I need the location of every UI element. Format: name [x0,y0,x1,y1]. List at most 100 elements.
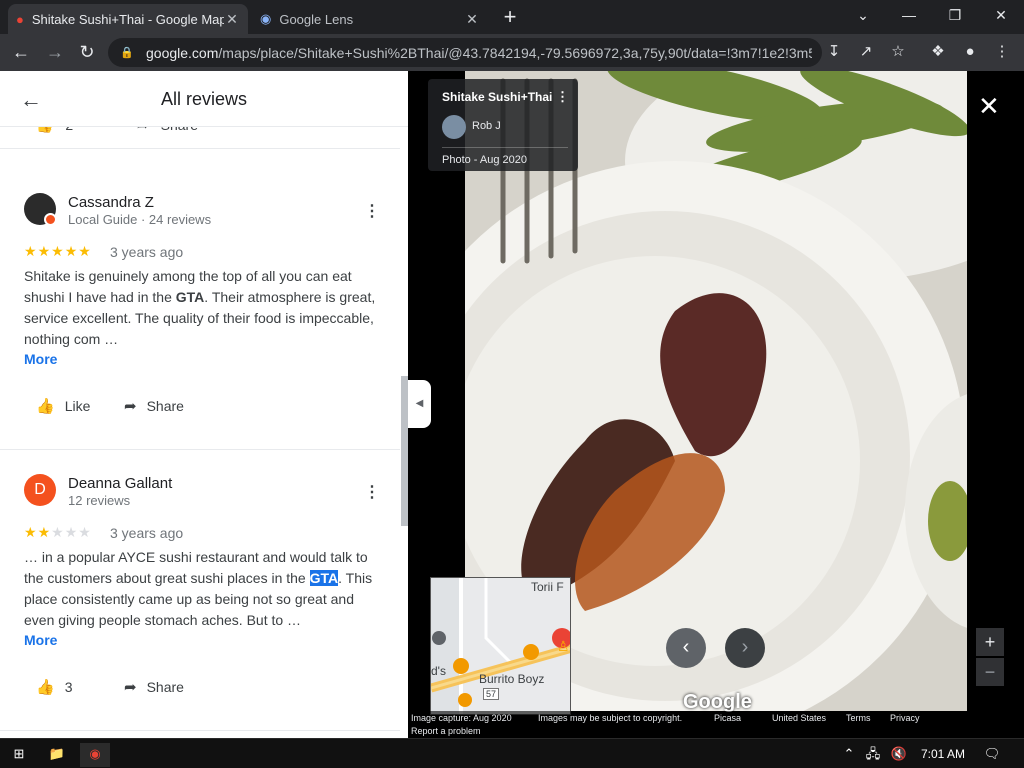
panel-scrollbar[interactable] [401,376,408,526]
star-icon: ★ [64,524,79,540]
star-icon: ★ [64,243,79,259]
star-icon: ★ [78,243,92,259]
route-shield: 57 [483,688,500,700]
review-keyword: GTA [175,289,205,305]
previous-photo-button[interactable]: ‹ [666,628,706,668]
tab-maps[interactable]: ● Shitake Sushi+Thai - Google Maps ✕ [8,4,248,34]
reviewer-meta[interactable]: Local Guide · 24 reviews [68,212,211,227]
restore-button[interactable]: ❐ [932,4,978,30]
chrome-taskbar-icon[interactable]: ◉ [80,743,110,767]
share-button[interactable]: ➦ Share [124,397,184,415]
report-problem-link[interactable]: Report a problem [411,726,481,736]
star-icon: ★ [78,524,92,540]
country-link[interactable]: United States [772,713,826,723]
install-icon[interactable]: ↧ [822,40,846,64]
place-name[interactable]: Shitake Sushi+Thai [442,90,552,104]
tab-google-lens[interactable]: ◉ Google Lens ✕ [252,4,488,34]
star-icon: ★ [24,524,38,540]
photo-info-card: Shitake Sushi+Thai ⋮ Rob J Photo - Aug 2… [428,79,578,171]
zoom-in-button[interactable]: + [976,628,1004,656]
mini-map-art [431,578,570,714]
terms-link[interactable]: Terms [846,713,871,723]
copyright-notice: Images may be subject to copyright. [538,713,683,723]
privacy-link[interactable]: Privacy [890,713,920,723]
forward-icon[interactable]: → [40,38,70,68]
profile-icon[interactable]: ● [958,40,982,64]
more-link[interactable]: More [24,351,57,367]
new-tab-button[interactable]: + [498,6,522,30]
pegman-icon[interactable]: ♙ [557,638,570,655]
more-options-icon[interactable]: ⋮ [364,201,380,221]
close-tab-icon[interactable]: ✕ [464,11,480,28]
avatar[interactable] [24,193,57,226]
divider [442,147,568,148]
map-label: Burrito Boyz [479,672,545,686]
map-label: d's [431,664,446,678]
chrome-menu-icon[interactable]: ⋮ [990,40,1014,64]
url-path: /maps/place/Shitake+Sushi%2BThai/@43.784… [218,44,812,61]
more-options-icon[interactable]: ⋮ [556,89,569,105]
contributor-avatar[interactable] [442,115,466,139]
review-text: … in a popular AYCE sushi restaurant and… [24,547,384,631]
close-tab-icon[interactable]: ✕ [224,11,240,28]
map-label: Torii F [531,580,564,594]
star-icon: ★ [51,243,65,259]
notifications-icon[interactable]: 🗨 [980,743,1004,767]
tab-search-icon[interactable]: ⌄ [840,4,886,30]
share-page-icon[interactable]: ↗ [854,40,878,64]
photo-viewer: Shitake Sushi+Thai ⋮ Rob J Photo - Aug 2… [408,71,1024,738]
more-options-icon[interactable]: ⋮ [364,482,380,502]
like-button[interactable]: 👍 Like [36,397,90,415]
minimize-button[interactable]: — [886,4,932,30]
mini-map[interactable]: Torii F d's Burrito Boyz 57 ♙ [430,577,571,715]
share-button[interactable]: ➦ Share [124,678,184,696]
rating-stars: ★★★★★ [24,524,92,541]
lens-icon: ◉ [260,11,272,26]
address-bar[interactable]: 🔒 google.com/maps/place/Shitake+Sushi%2B… [108,38,822,67]
tab-strip: ● Shitake Sushi+Thai - Google Maps ✕ ◉ G… [0,0,1024,34]
extensions-icon[interactable]: ❖ [926,40,950,64]
reload-icon[interactable]: ↻ [72,38,102,68]
picasa-link[interactable]: Picasa [714,713,741,723]
star-icon: ★ [37,243,52,259]
windows-start-icon[interactable]: ⊞ [6,743,32,767]
next-photo-button[interactable]: › [725,628,765,668]
page-title: All reviews [160,89,248,109]
share-label: Share [146,679,184,695]
lock-icon[interactable]: 🔒 [120,46,134,59]
url-text[interactable]: google.com/maps/place/Shitake+Sushi%2BTh… [146,45,812,61]
file-explorer-icon[interactable]: 📁 [44,743,70,767]
collapse-panel-button[interactable]: ◀ [408,380,431,428]
like-label: Like [64,398,91,414]
local-guide-badge-icon [44,213,57,226]
volume-muted-icon[interactable]: 🔇 [888,743,910,767]
reviewer-meta[interactable]: 12 reviews [68,493,130,508]
back-icon[interactable]: ← [6,38,36,68]
network-icon[interactable]: 🖧 [862,743,884,767]
review-date: 3 years ago [110,244,184,260]
clock[interactable]: 7:01 AM [912,743,974,767]
divider [0,449,400,450]
bookmark-star-icon[interactable]: ☆ [886,40,910,64]
rating-stars: ★★★★★ [24,243,92,260]
close-icon[interactable]: ✕ [978,91,1000,122]
photo-date: Photo - Aug 2020 [442,154,528,166]
like-count: 3 [64,679,73,695]
contributor-name[interactable]: Rob J [472,120,501,132]
maps-pin-icon: ● [16,11,24,27]
tab-title: Shitake Sushi+Thai - Google Maps [31,11,224,27]
like-button[interactable]: 👍 3 [36,678,72,696]
close-window-button[interactable]: ✕ [978,4,1024,30]
avatar[interactable]: D [24,474,56,506]
share-icon: ➦ [124,398,137,415]
more-link[interactable]: More [24,632,57,648]
review-keyword-highlighted: GTA [309,570,339,586]
review-date: 3 years ago [110,525,184,541]
divider [0,730,400,731]
reviewer-name[interactable]: Cassandra Z [68,194,154,211]
taskbar: ⊞ 📁 ◉ ⌃ 🖧 🔇 7:01 AM 🗨 [0,738,1024,768]
zoom-out-button[interactable]: − [976,658,1004,686]
reviewer-name[interactable]: Deanna Gallant [68,475,172,492]
browser-toolbar: ← → ↻ 🔒 google.com/maps/place/Shitake+Su… [0,34,1024,71]
show-hidden-icons[interactable]: ⌃ [840,743,858,767]
